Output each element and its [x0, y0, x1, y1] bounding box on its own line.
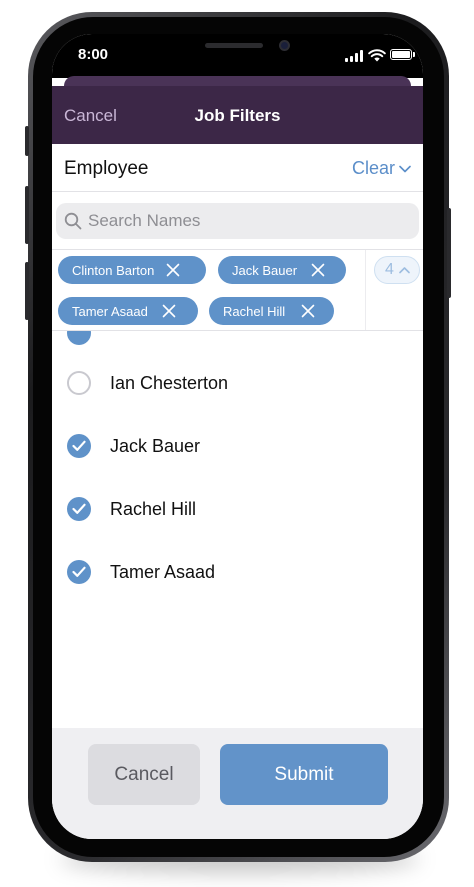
- nav-bar: Cancel Job Filters: [52, 86, 423, 144]
- employee-name: Jack Bauer: [110, 436, 201, 456]
- list-item[interactable]: Tamer Asaad: [52, 540, 423, 603]
- employee-name: Tamer Asaad: [110, 562, 216, 582]
- selected-count: 4: [385, 261, 394, 278]
- page-title: Job Filters: [194, 106, 281, 125]
- chevron-down-icon: [399, 165, 411, 172]
- search-input[interactable]: [88, 203, 408, 239]
- power-button: [447, 208, 451, 298]
- list-item[interactable]: Ian Chesterton: [52, 351, 423, 414]
- employee-list: Ian Chesterton Jack Bauer Rachel Hill Ta…: [52, 331, 423, 731]
- check-circle-icon[interactable]: [67, 434, 91, 458]
- battery-icon: [390, 49, 412, 60]
- clear-button[interactable]: Clear: [352, 158, 411, 179]
- close-icon[interactable]: [311, 263, 325, 277]
- close-icon[interactable]: [301, 304, 315, 318]
- chip-label: Rachel Hill: [223, 303, 286, 319]
- chips-divider: [365, 250, 366, 330]
- chip-label: Clinton Barton: [72, 262, 155, 278]
- chevron-up-icon: [399, 267, 410, 274]
- list-item[interactable]: Rachel Hill: [52, 477, 423, 540]
- chip-clinton-barton: Clinton Barton: [58, 256, 206, 284]
- battery-tip: [413, 52, 415, 57]
- screen: 8:00 Cancel Job Filters Employee Clear S…: [52, 34, 423, 839]
- footer-actions: Cancel Submit: [52, 728, 423, 839]
- submit-button[interactable]: Submit: [220, 744, 388, 805]
- status-bar: 8:00: [52, 34, 423, 78]
- clear-label: Clear: [351, 158, 395, 178]
- camera: [279, 40, 290, 51]
- mute-switch: [25, 126, 29, 156]
- employee-filter-row: Employee Clear: [52, 144, 423, 192]
- signal-icon: [345, 50, 363, 62]
- employee-name: Rachel Hill: [110, 499, 197, 519]
- employee-label: Employee: [64, 158, 149, 179]
- chip-label: Jack Bauer: [232, 262, 298, 278]
- notch: [135, 34, 341, 66]
- close-icon[interactable]: [162, 304, 176, 318]
- list-item[interactable]: Jack Bauer: [52, 414, 423, 477]
- search-icon: [64, 212, 82, 230]
- volume-up-button: [25, 186, 29, 244]
- chip-jack-bauer: Jack Bauer: [218, 256, 346, 284]
- speaker: [205, 43, 263, 48]
- selected-chips: Clinton Barton Jack Bauer Tamer Asaad Ra…: [52, 249, 423, 331]
- chip-tamer-asaad: Tamer Asaad: [58, 297, 198, 325]
- cancel-button[interactable]: Cancel: [88, 744, 200, 805]
- partially-scrolled-checkbox: [67, 331, 91, 345]
- chip-label: Tamer Asaad: [72, 303, 148, 319]
- status-time: 8:00: [78, 46, 109, 63]
- check-circle-icon[interactable]: [67, 560, 91, 584]
- employee-name: Ian Chesterton: [110, 373, 229, 393]
- chip-rachel-hill: Rachel Hill: [209, 297, 334, 325]
- unchecked-circle-icon[interactable]: [67, 371, 91, 395]
- close-icon[interactable]: [166, 263, 180, 277]
- check-circle-icon[interactable]: [67, 497, 91, 521]
- volume-down-button: [25, 262, 29, 320]
- selected-count-toggle[interactable]: 4: [374, 256, 420, 284]
- search-bar: [56, 203, 419, 239]
- wifi-icon: [368, 49, 386, 62]
